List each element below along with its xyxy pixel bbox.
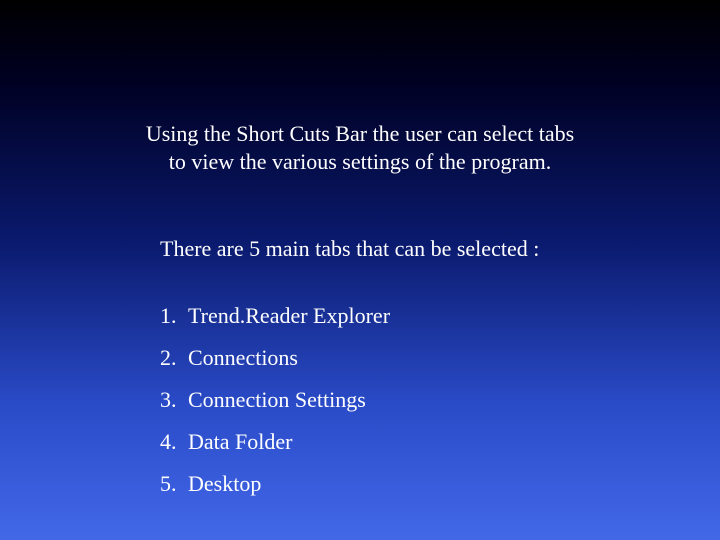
intro-line-2: to view the various settings of the prog… bbox=[169, 149, 551, 174]
list-item: Connections bbox=[160, 337, 720, 379]
slide: Using the Short Cuts Bar the user can se… bbox=[0, 0, 720, 540]
list-item: Data Folder bbox=[160, 421, 720, 463]
subhead-text: There are 5 main tabs that can be select… bbox=[0, 235, 720, 263]
list-item: Connection Settings bbox=[160, 379, 720, 421]
list-item: Desktop bbox=[160, 463, 720, 505]
intro-line-1: Using the Short Cuts Bar the user can se… bbox=[146, 121, 574, 146]
tabs-list: Trend.Reader Explorer Connections Connec… bbox=[0, 295, 720, 505]
intro-text: Using the Short Cuts Bar the user can se… bbox=[100, 120, 620, 175]
list-item: Trend.Reader Explorer bbox=[160, 295, 720, 337]
